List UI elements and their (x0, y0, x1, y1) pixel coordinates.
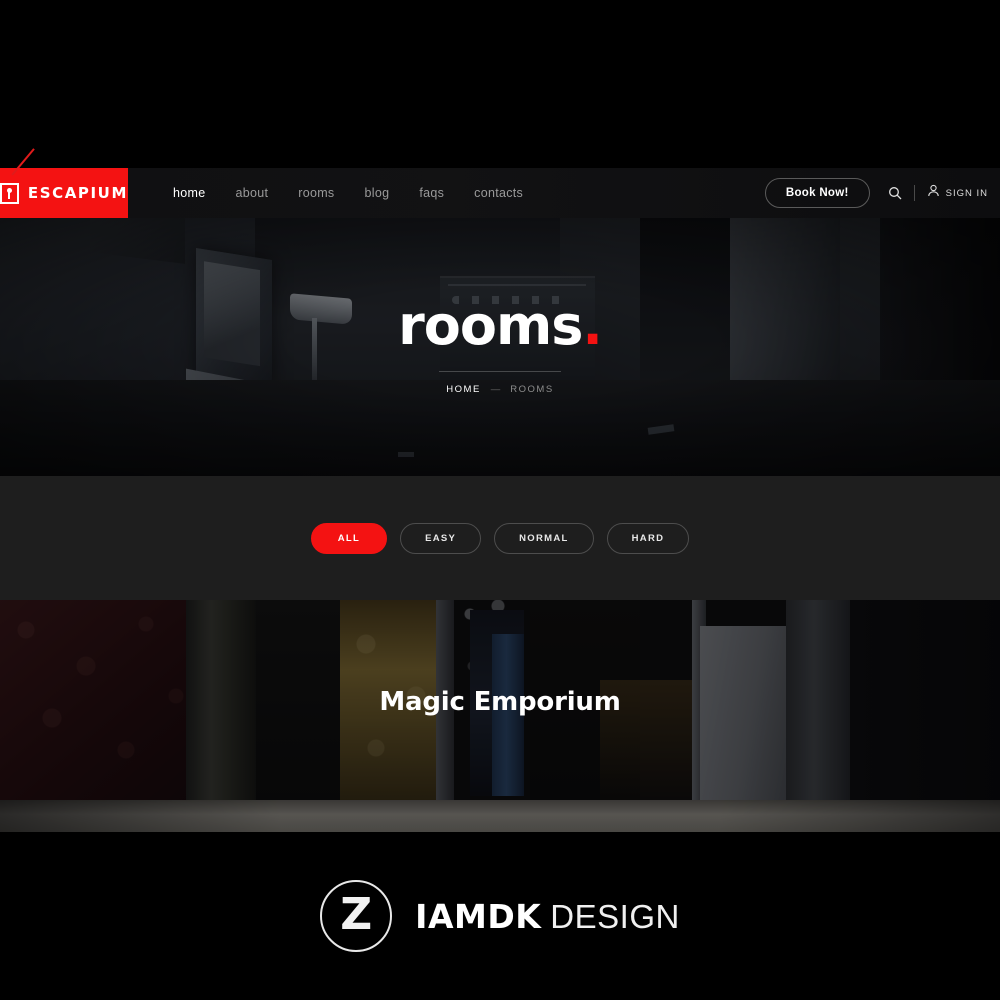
breadcrumb-current: ROOMS (510, 384, 554, 395)
page-root: ESCAPIUM home about rooms blog faqs cont… (0, 0, 1000, 1000)
room-card-title: Magic Emporium (379, 687, 621, 717)
letterbox-top (0, 0, 1000, 168)
filter-hard[interactable]: HARD (606, 522, 690, 554)
footer-branding: Z IAMDK DESIGN (0, 832, 1000, 1000)
nav-item-home[interactable]: home (158, 186, 220, 200)
iamdk-logo-icon: Z (320, 880, 393, 952)
book-now-button[interactable]: Book Now! (764, 178, 870, 208)
keyhole-icon (0, 182, 19, 204)
site-header: ESCAPIUM home about rooms blog faqs cont… (0, 168, 1000, 218)
logo-text: ESCAPIUM (27, 184, 128, 202)
breadcrumb: HOME — ROOMS (446, 384, 553, 395)
header-divider (913, 185, 915, 201)
user-icon (927, 184, 940, 202)
nav-item-rooms[interactable]: rooms (283, 186, 349, 200)
page-title-text: rooms (398, 294, 583, 357)
nav-item-about[interactable]: about (220, 186, 283, 200)
breadcrumb-rule (439, 371, 561, 372)
nav-item-blog[interactable]: blog (349, 186, 404, 200)
brand-name-light: DESIGN (550, 897, 680, 935)
room-filter-bar: ALL EASY NORMAL HARD (0, 476, 1000, 600)
nav-item-contacts[interactable]: contacts (459, 186, 538, 200)
breadcrumb-separator: — (490, 384, 501, 395)
room-card[interactable]: Magic Emporium (0, 600, 1000, 832)
room-card-content: Magic Emporium (0, 600, 1000, 832)
page-title: rooms. (398, 299, 603, 353)
iamdk-logo-glyph: Z (340, 889, 373, 940)
hero-content: rooms. HOME — ROOMS (0, 218, 1000, 476)
filter-easy[interactable]: EASY (400, 522, 482, 554)
nav-item-faqs[interactable]: faqs (404, 186, 459, 200)
brand-name-bold: IAMDK (415, 896, 542, 936)
filter-all[interactable]: ALL (310, 522, 388, 554)
main-nav: home about rooms blog faqs contacts (158, 186, 538, 200)
filter-normal[interactable]: NORMAL (494, 522, 594, 554)
breadcrumb-home[interactable]: HOME (446, 384, 481, 395)
header-actions: Book Now! SIGN IN (764, 178, 1000, 208)
sign-in-label: SIGN IN (945, 187, 988, 199)
site-logo[interactable]: ESCAPIUM (0, 168, 128, 218)
search-icon[interactable] (888, 186, 902, 200)
sign-in-button[interactable]: SIGN IN (927, 184, 988, 202)
brand-wordmark: IAMDK DESIGN (415, 897, 680, 936)
page-title-dot: . (582, 294, 602, 357)
hero-banner: rooms. HOME — ROOMS (0, 218, 1000, 476)
